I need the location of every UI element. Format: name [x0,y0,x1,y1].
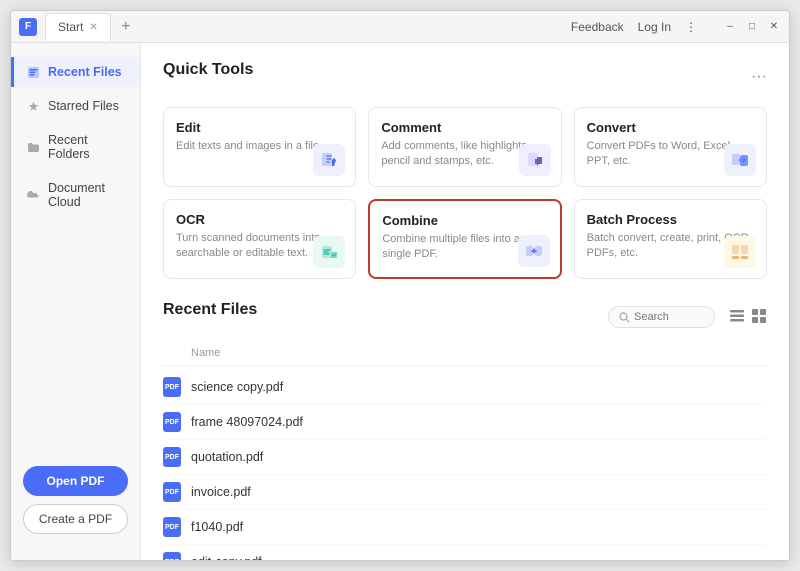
more-menu-button[interactable]: ⋮ [685,20,697,34]
tab-label: Start [58,20,83,34]
file-item-2[interactable]: PDF quotation.pdf [163,440,767,475]
tool-edit-icon [313,144,345,176]
feedback-button[interactable]: Feedback [571,20,624,34]
search-icon [619,312,630,323]
recent-files-header: Recent Files [163,301,767,333]
app-window: F Start ✕ + Feedback Log In ⋮ – □ ✕ [10,10,790,561]
tool-edit-title: Edit [176,120,343,135]
create-pdf-button[interactable]: Create a PDF [23,504,128,534]
sidebar-label-starred-files: Starred Files [48,99,119,113]
content-area: Quick Tools ··· Edit Edit texts and imag… [141,43,789,560]
file-item-0[interactable]: PDF science copy.pdf [163,370,767,405]
file-item-3[interactable]: PDF invoice.pdf [163,475,767,510]
file-item-4[interactable]: PDF f1040.pdf [163,510,767,545]
tool-convert-icon [724,144,756,176]
tool-ocr-title: OCR [176,212,343,227]
sidebar: Recent Files Starred Files Recent Folder… [11,43,141,560]
file-icon-3: PDF [163,482,181,502]
quick-tools-header: Quick Tools ··· [163,61,767,93]
tool-batch-icon [724,236,756,268]
file-name-5: edit-copy.pdf [191,555,262,560]
file-name-1: frame 48097024.pdf [191,415,303,429]
tool-convert-title: Convert [587,120,754,135]
sidebar-label-recent-folders: Recent Folders [48,133,128,161]
tool-comment-icon [519,144,551,176]
recent-files-controls [608,306,767,328]
list-view-button[interactable] [729,308,745,327]
starred-files-icon [26,99,40,113]
tools-grid: Edit Edit texts and images in a file. Co… [163,107,767,279]
search-input[interactable] [634,311,704,323]
sidebar-label-document-cloud: Document Cloud [48,181,128,209]
window-controls: – □ ✕ [723,20,781,34]
tool-comment-title: Comment [381,120,548,135]
recent-files-title: Recent Files [163,301,257,319]
close-button[interactable]: ✕ [767,20,781,34]
sidebar-item-document-cloud[interactable]: Document Cloud [11,173,140,217]
view-toggle [729,308,767,327]
tool-batch-title: Batch Process [587,212,754,227]
main-area: Recent Files Starred Files Recent Folder… [11,43,789,560]
tool-combine-title: Combine [382,213,547,228]
file-item-5[interactable]: PDF edit-copy.pdf [163,545,767,560]
file-name-2: quotation.pdf [191,450,263,464]
tab-start[interactable]: Start ✕ [45,13,111,41]
files-column-header: Name [163,343,767,366]
file-name-4: f1040.pdf [191,520,243,534]
tool-card-comment[interactable]: Comment Add comments, like highlights, p… [368,107,561,187]
file-icon-5: PDF [163,552,181,560]
sidebar-item-starred-files[interactable]: Starred Files [11,91,140,121]
sidebar-bottom: Open PDF Create a PDF [11,454,140,546]
file-name-0: science copy.pdf [191,380,283,394]
tool-card-batch-process[interactable]: Batch Process Batch convert, create, pri… [574,199,767,279]
tool-ocr-icon [313,236,345,268]
files-list: PDF science copy.pdf PDF frame 48097024.… [163,370,767,560]
app-logo: F [19,18,37,36]
tool-card-convert[interactable]: Convert Convert PDFs to Word, Excel, PPT… [574,107,767,187]
quick-tools-more-button[interactable]: ··· [751,68,767,86]
tool-card-ocr[interactable]: OCR Turn scanned documents into searchab… [163,199,356,279]
file-icon-4: PDF [163,517,181,537]
file-item-1[interactable]: PDF frame 48097024.pdf [163,405,767,440]
open-pdf-button[interactable]: Open PDF [23,466,128,496]
tool-combine-icon [518,235,550,267]
grid-view-button[interactable] [751,308,767,327]
login-button[interactable]: Log In [638,20,671,34]
file-icon-1: PDF [163,412,181,432]
tab-close-icon[interactable]: ✕ [89,22,97,33]
minimize-button[interactable]: – [723,20,737,34]
maximize-button[interactable]: □ [745,20,759,34]
sidebar-label-recent-files: Recent Files [48,65,122,79]
titlebar: F Start ✕ + Feedback Log In ⋮ – □ ✕ [11,11,789,43]
tool-card-combine[interactable]: Combine Combine multiple files into a si… [368,199,561,279]
recent-folders-icon [26,140,40,154]
search-box[interactable] [608,306,715,328]
quick-tools-title: Quick Tools [163,61,253,79]
file-icon-0: PDF [163,377,181,397]
add-tab-button[interactable]: + [115,16,137,38]
document-cloud-icon [26,188,40,202]
sidebar-item-recent-folders[interactable]: Recent Folders [11,125,140,169]
titlebar-controls: Feedback Log In ⋮ – □ ✕ [571,20,781,34]
recent-files-icon [26,65,40,79]
sidebar-item-recent-files[interactable]: Recent Files [11,57,140,87]
file-icon-2: PDF [163,447,181,467]
tool-card-edit[interactable]: Edit Edit texts and images in a file. [163,107,356,187]
file-name-3: invoice.pdf [191,485,251,499]
